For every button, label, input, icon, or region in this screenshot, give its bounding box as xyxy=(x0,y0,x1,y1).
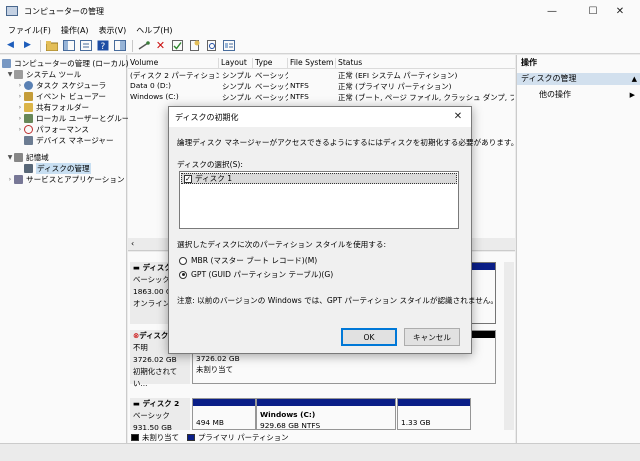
ok-button[interactable]: OK xyxy=(341,328,397,346)
disk-select-item-1[interactable]: ✓ ディスク 1 xyxy=(181,173,457,184)
dialog-title-bar: ディスクの初期化 xyxy=(169,107,471,127)
gpt-radio[interactable] xyxy=(179,270,187,279)
initialize-disk-dialog: ディスクの初期化 ✕ 論理ディスク マネージャーがアクセスできるようにするにはデ… xyxy=(168,106,518,354)
computer-management-window: コンピューターの管理 — ☐ ✕ ファイル(F) 操作(A) 表示(V) ヘルプ… xyxy=(0,0,640,461)
disk-1-checkbox[interactable]: ✓ xyxy=(184,174,192,183)
cancel-button[interactable]: キャンセル xyxy=(404,328,460,346)
mbr-radio-option[interactable]: MBR (マスター ブート レコード)(M) xyxy=(179,255,317,266)
compatibility-note: 注意: 以前のバージョンの Windows では、GPT パーティション スタイ… xyxy=(177,296,498,305)
disk-select-list[interactable]: ✓ ディスク 1 xyxy=(179,171,459,229)
dialog-intro: 論理ディスク マネージャーがアクセスできるようにするにはディスクを初期化する必要… xyxy=(177,138,519,147)
gpt-radio-option[interactable]: GPT (GUID パーティション テーブル)(G) xyxy=(179,269,333,280)
mbr-radio[interactable] xyxy=(179,256,187,265)
partition-style-label: 選択したディスクに次のパーティション スタイルを使用する: xyxy=(177,240,387,249)
dialog-title: ディスクの初期化 xyxy=(175,112,239,122)
disk-select-label: ディスクの選択(S): xyxy=(177,160,243,169)
dialog-close-icon[interactable]: ✕ xyxy=(451,110,465,124)
